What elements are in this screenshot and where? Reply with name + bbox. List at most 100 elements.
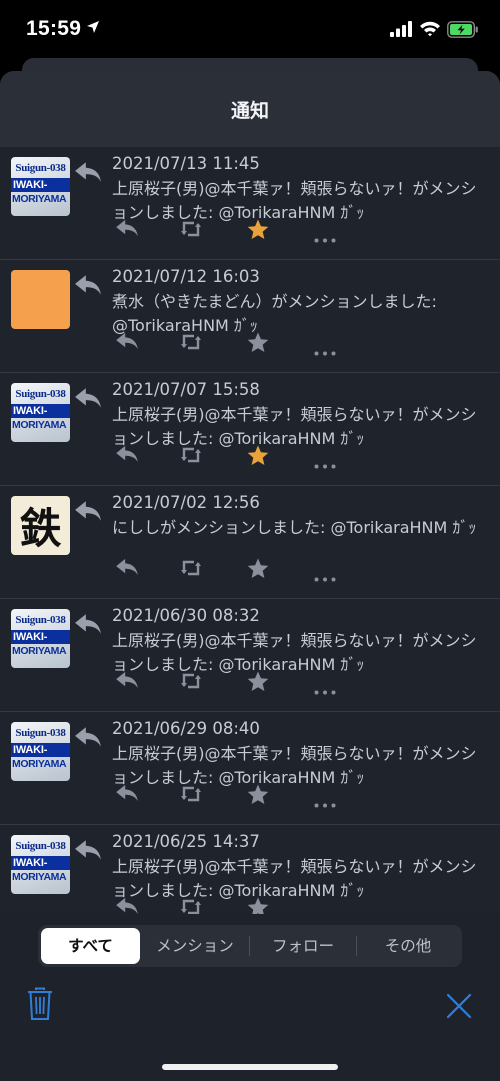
avatar-text-bottom: MORIYAMA (12, 758, 67, 770)
reply-icon[interactable] (115, 332, 139, 354)
notification-timestamp: 2021/06/30 08:32 (112, 606, 260, 625)
action-bar (112, 897, 342, 914)
status-bar: 15:59 (0, 0, 500, 60)
notification-timestamp: 2021/06/29 08:40 (112, 719, 260, 738)
more-icon[interactable] (314, 793, 336, 812)
mention-reply-icon (74, 274, 102, 300)
retweet-icon[interactable] (180, 332, 202, 356)
trash-icon[interactable] (27, 987, 53, 1021)
star-icon[interactable] (247, 558, 269, 583)
star-icon[interactable] (247, 784, 269, 809)
notification-text: 上原桜子(男)@本千葉ァ！頬張らないァ！がメンションしました: @Torikar… (112, 744, 477, 787)
reply-icon[interactable] (115, 445, 139, 467)
action-bar (112, 558, 342, 583)
retweet-icon[interactable] (180, 784, 202, 808)
list-item[interactable]: Suigun-038 IWAKI- MORIYAMA 2021/06/30 08:32… (0, 599, 500, 712)
avatar-text-middle: IWAKI- (11, 404, 70, 418)
list-item[interactable]: 鉄 2021/07/02 12:56 にししがメンションしました: @Torikar… (0, 486, 500, 599)
notification-timestamp: 2021/07/13 11:45 (112, 154, 260, 173)
action-bar (112, 219, 342, 244)
avatar-text-middle: IWAKI- (11, 743, 70, 757)
star-icon[interactable] (247, 219, 269, 244)
notification-text: 上原桜子(男)@本千葉ァ！頬張らないァ！がメンションしました: @Torikar… (112, 405, 477, 448)
notification-list[interactable]: Suigun-038 IWAKI- MORIYAMA 2021/07/13 11:45… (0, 147, 500, 914)
avatar-text-bottom: MORIYAMA (12, 193, 67, 205)
avatar[interactable]: Suigun-038 IWAKI- MORIYAMA (11, 157, 70, 216)
avatar-text-top: Suigun-038 (15, 162, 66, 174)
more-icon[interactable] (314, 567, 336, 586)
wifi-icon (420, 21, 440, 37)
notification-timestamp: 2021/07/07 15:58 (112, 380, 260, 399)
avatar-text-bottom: MORIYAMA (12, 645, 67, 657)
more-icon[interactable] (314, 341, 336, 360)
notification-text: 煮水（やきたまどん）がメンションしました: @TorikaraHNM ｶﾞｯ (112, 292, 443, 335)
more-icon[interactable] (314, 228, 336, 247)
avatar-text-middle: IWAKI- (11, 178, 70, 192)
home-indicator (162, 1064, 338, 1070)
action-bar (112, 445, 342, 470)
notification-text: にししがメンションしました: @TorikaraHNM ｶﾞｯ (112, 518, 477, 537)
more-icon[interactable] (314, 906, 336, 914)
avatar-text-middle: IWAKI- (11, 630, 70, 644)
mention-reply-icon (74, 726, 102, 752)
retweet-icon[interactable] (180, 671, 202, 695)
notification-timestamp: 2021/06/25 14:37 (112, 832, 260, 851)
list-item[interactable]: Suigun-038 IWAKI- MORIYAMA 2021/07/13 11:45… (0, 147, 500, 260)
location-arrow-icon (87, 21, 99, 33)
mention-reply-icon (74, 613, 102, 639)
avatar[interactable]: Suigun-038 IWAKI- MORIYAMA (11, 609, 70, 668)
avatar[interactable]: Suigun-038 IWAKI- MORIYAMA (11, 383, 70, 442)
notification-text: 上原桜子(男)@本千葉ァ！頬張らないァ！がメンションしました: @Torikar… (112, 631, 477, 674)
avatar[interactable] (11, 270, 70, 329)
list-item[interactable]: 2021/07/12 16:03 煮水（やきたまどん）がメンションしました: @T… (0, 260, 500, 373)
close-icon[interactable] (446, 993, 472, 1019)
avatar-text-bottom: MORIYAMA (12, 871, 67, 883)
retweet-icon[interactable] (180, 558, 202, 582)
more-icon[interactable] (314, 454, 336, 473)
page-title: 通知 (230, 99, 269, 122)
star-icon[interactable] (247, 332, 269, 357)
tab-follows[interactable]: フォロー (250, 928, 356, 964)
avatar-text-bottom: MORIYAMA (12, 419, 67, 431)
status-time: 15:59 (26, 17, 82, 40)
reply-icon[interactable] (115, 897, 139, 914)
reply-icon[interactable] (115, 219, 139, 241)
list-item[interactable]: Suigun-038 IWAKI- MORIYAMA 2021/06/29 08:40… (0, 712, 500, 825)
notification-text: 上原桜子(男)@本千葉ァ！頬張らないァ！がメンションしました: @Torikar… (112, 179, 477, 222)
avatar[interactable]: Suigun-038 IWAKI- MORIYAMA (11, 722, 70, 781)
notification-timestamp: 2021/07/02 12:56 (112, 493, 260, 512)
list-item[interactable]: Suigun-038 IWAKI- MORIYAMA 2021/06/25 14:37… (0, 825, 500, 914)
action-bar (112, 332, 342, 357)
notification-timestamp: 2021/07/12 16:03 (112, 267, 260, 286)
mention-reply-icon (74, 161, 102, 187)
mention-reply-icon (74, 387, 102, 413)
action-bar (112, 784, 342, 809)
reply-icon[interactable] (115, 671, 139, 693)
retweet-icon[interactable] (180, 897, 202, 914)
notification-text: 上原桜子(男)@本千葉ァ！頬張らないァ！がメンションしました: @Torikar… (112, 857, 477, 900)
retweet-icon[interactable] (180, 445, 202, 469)
retweet-icon[interactable] (180, 219, 202, 243)
battery-charging-icon (447, 21, 478, 38)
avatar[interactable]: Suigun-038 IWAKI- MORIYAMA (11, 835, 70, 894)
tab-all[interactable]: すべて (41, 928, 140, 964)
star-icon[interactable] (247, 897, 269, 914)
star-icon[interactable] (247, 445, 269, 470)
avatar-text-top: Suigun-038 (15, 388, 66, 400)
tab-other[interactable]: その他 (357, 928, 459, 964)
mention-reply-icon (74, 500, 102, 526)
sheet-header: 通知 (0, 71, 500, 147)
star-icon[interactable] (247, 671, 269, 696)
tab-mentions[interactable]: メンション (142, 928, 248, 964)
filter-segmented-control: すべて メンション フォロー その他 (38, 925, 462, 967)
avatar-text-top: Suigun-038 (15, 614, 66, 626)
avatar[interactable]: 鉄 (11, 496, 70, 555)
avatar-text-top: Suigun-038 (15, 727, 66, 739)
action-bar (112, 671, 342, 696)
more-icon[interactable] (314, 680, 336, 699)
list-item[interactable]: Suigun-038 IWAKI- MORIYAMA 2021/07/07 15:58… (0, 373, 500, 486)
reply-icon[interactable] (115, 558, 139, 580)
reply-icon[interactable] (115, 784, 139, 806)
avatar-text-top: Suigun-038 (15, 840, 66, 852)
avatar-text-middle: IWAKI- (11, 856, 70, 870)
